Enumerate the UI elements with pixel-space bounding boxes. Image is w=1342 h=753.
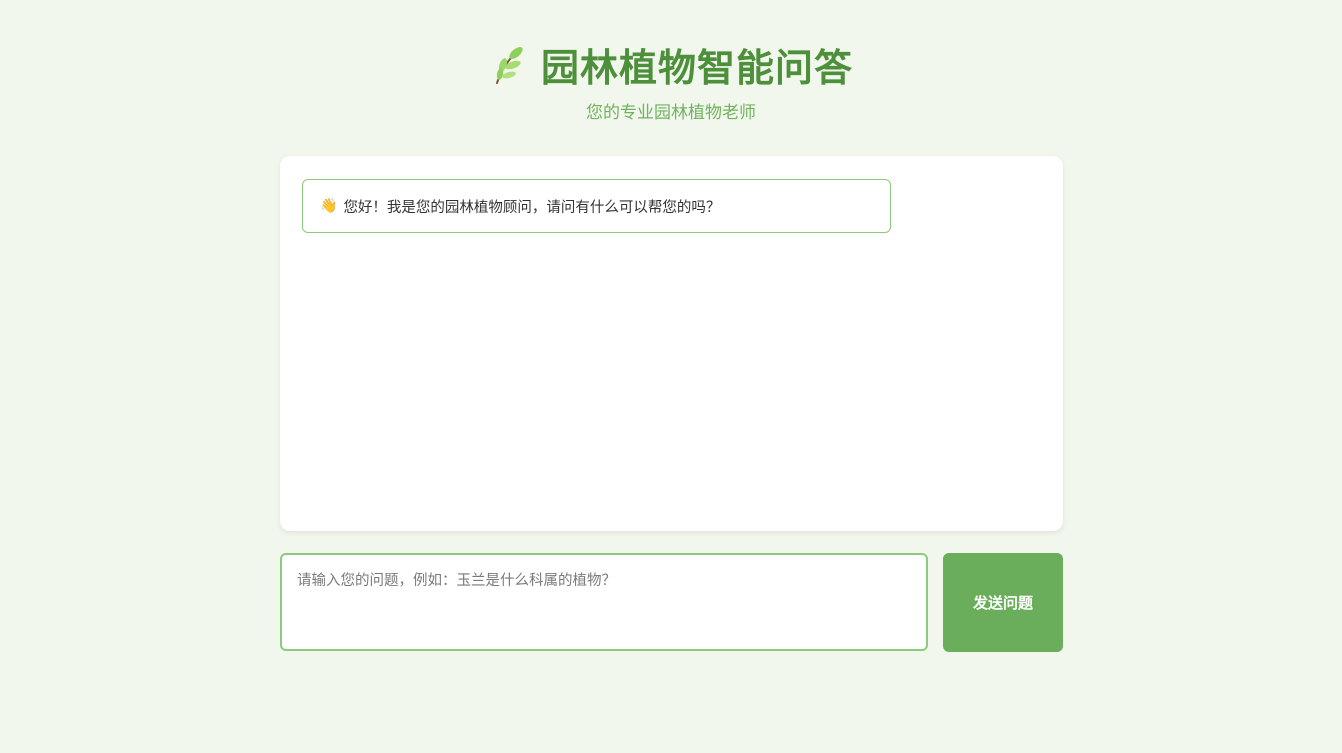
leaf-icon [489,43,527,85]
page-header: 园林植物智能问答 您的专业园林植物老师 [0,36,1342,123]
bot-message-text: 您好！我是您的园林植物顾问，请问有什么可以帮您的吗？ [343,199,721,216]
question-input[interactable] [280,553,928,651]
waving-hand-icon: 👋 [320,198,338,214]
chat-window[interactable]: 👋 您好！我是您的园林植物顾问，请问有什么可以帮您的吗？ [280,156,1063,531]
page-title: 园林植物智能问答 [540,45,853,90]
page-subtitle: 您的专业园林植物老师 [586,103,756,123]
send-question-button[interactable]: 发送问题 [943,553,1063,652]
bot-message: 👋 您好！我是您的园林植物顾问，请问有什么可以帮您的吗？ [302,179,891,233]
title-row: 园林植物智能问答 [0,36,1342,92]
